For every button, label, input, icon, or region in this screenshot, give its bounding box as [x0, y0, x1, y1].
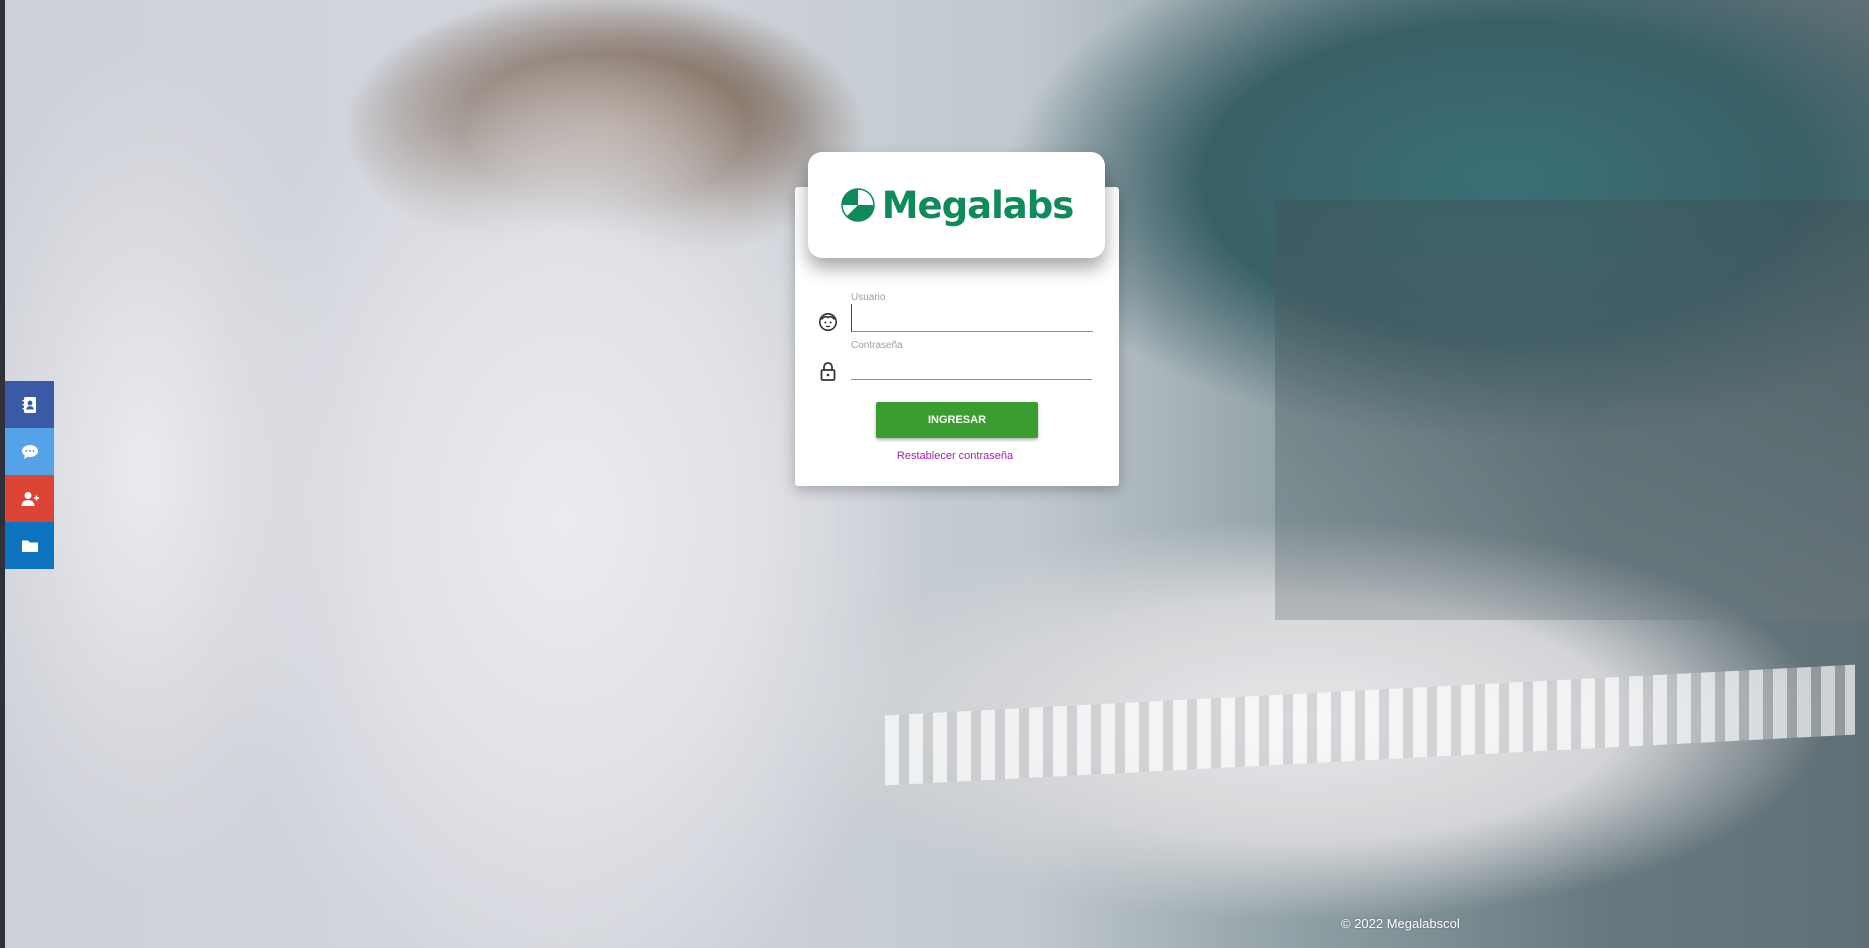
sidebar-folder-button[interactable]: [5, 522, 54, 569]
logo-panel: Megalabs: [808, 152, 1105, 258]
username-input[interactable]: [851, 304, 1093, 332]
login-button[interactable]: INGRESAR: [876, 402, 1038, 438]
brand-name: Megalabs: [881, 183, 1075, 227]
password-input[interactable]: [851, 352, 1092, 380]
username-label: Usuario: [851, 292, 886, 303]
contact-book-icon: [22, 396, 36, 413]
sidebar-chat-button[interactable]: [5, 428, 54, 475]
sidebar-contact-button[interactable]: [5, 381, 54, 428]
folder-icon: [21, 540, 38, 552]
reset-password-link[interactable]: Restablecer contraseña: [795, 450, 1115, 462]
user-face-icon: [819, 313, 837, 331]
sidebar-add-user-button[interactable]: [5, 475, 54, 522]
username-field: Usuario: [851, 292, 1093, 332]
chat-icon: [21, 444, 38, 459]
megalabs-logo: Megalabs: [840, 184, 1074, 227]
copyright-text: © 2022 Megalabscol: [1341, 916, 1460, 931]
megalabs-logo-mark-icon: [840, 188, 875, 222]
password-field: Contraseña: [851, 340, 1092, 380]
user-plus-icon: [21, 491, 39, 506]
password-label: Contraseña: [851, 340, 903, 351]
lock-icon: [820, 362, 836, 381]
